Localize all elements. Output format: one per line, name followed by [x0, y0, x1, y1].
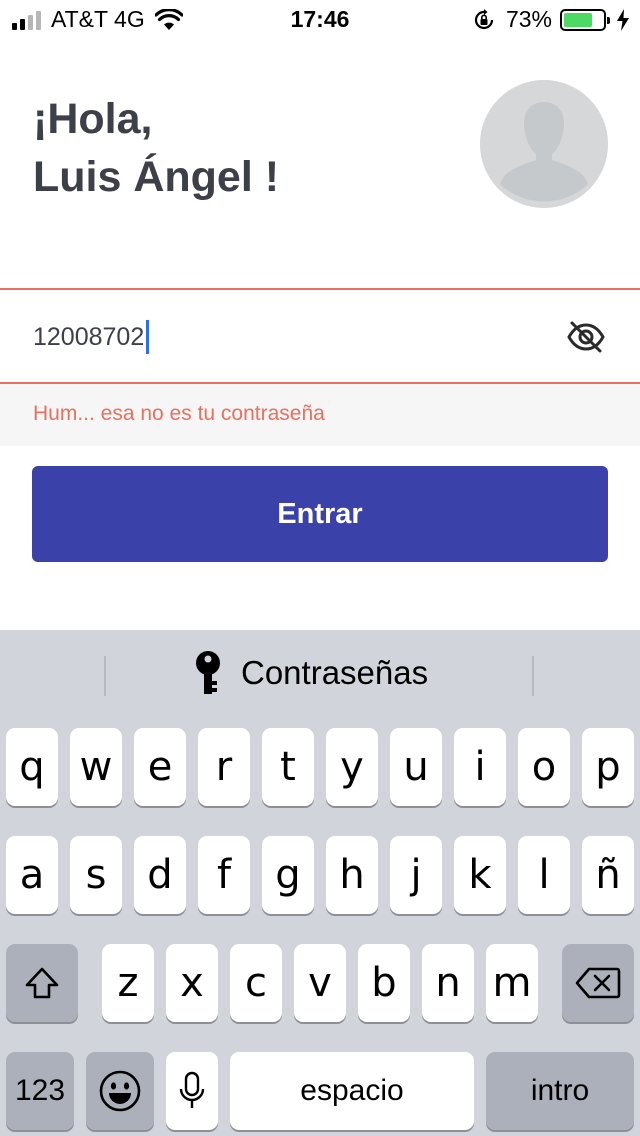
suggestion-bar: Contraseñas	[0, 630, 640, 718]
greeting-line-2: Luis Ángel !	[33, 153, 280, 201]
key-n[interactable]: n	[422, 944, 474, 1022]
key-u[interactable]: u	[390, 728, 442, 806]
key-p[interactable]: p	[582, 728, 634, 806]
keyboard: Contraseñas q w e r t y u i o p a s d f …	[0, 630, 640, 1136]
key-y[interactable]: y	[326, 728, 378, 806]
key-v[interactable]: v	[294, 944, 346, 1022]
key-o[interactable]: o	[518, 728, 570, 806]
shift-key[interactable]	[6, 944, 78, 1022]
status-right: 73%	[472, 6, 630, 33]
password-value: 12008702	[33, 322, 145, 351]
rotation-lock-icon	[474, 8, 494, 29]
key-c[interactable]: c	[230, 944, 282, 1022]
password-input[interactable]: 12008702	[33, 320, 150, 354]
key-i[interactable]: i	[454, 728, 506, 806]
error-message: Hum... esa no es tu contraseña	[33, 402, 325, 425]
password-field[interactable]: 12008702	[0, 288, 640, 384]
battery-fill	[564, 12, 592, 27]
key-b[interactable]: b	[358, 944, 410, 1022]
key-g[interactable]: g	[262, 836, 314, 914]
battery-percent: 73%	[505, 6, 552, 32]
key-t[interactable]: t	[262, 728, 314, 806]
battery-icon	[560, 8, 610, 31]
greeting-line-1: ¡Hola,	[33, 95, 153, 143]
status-bar: AT&T 4G 17:46 73%	[0, 0, 640, 40]
backspace-icon	[575, 967, 621, 999]
key-h[interactable]: h	[326, 836, 378, 914]
enter-button[interactable]: Entrar	[32, 466, 608, 562]
key-a[interactable]: a	[6, 836, 58, 914]
key-z[interactable]: z	[102, 944, 154, 1022]
backspace-key[interactable]	[562, 944, 634, 1022]
key-q[interactable]: q	[6, 728, 58, 806]
emoji-icon	[99, 1070, 141, 1112]
key-x[interactable]: x	[166, 944, 218, 1022]
passwords-suggestion[interactable]: Contraseñas	[193, 650, 428, 696]
key-e[interactable]: e	[134, 728, 186, 806]
shift-icon	[25, 967, 59, 999]
key-icon	[196, 651, 220, 694]
avatar[interactable]	[480, 80, 608, 208]
numbers-key[interactable]: 123	[6, 1052, 74, 1130]
text-caret	[146, 320, 150, 354]
key-w[interactable]: w	[70, 728, 122, 806]
charging-bolt-icon	[617, 8, 629, 31]
user-placeholder-icon	[480, 80, 608, 208]
key-r[interactable]: r	[198, 728, 250, 806]
error-message-row: Hum... esa no es tu contraseña	[0, 384, 640, 446]
key-n-tilde[interactable]: ñ	[582, 836, 634, 914]
eye-slash-icon[interactable]	[566, 320, 606, 354]
emoji-key[interactable]	[86, 1052, 154, 1130]
key-j[interactable]: j	[390, 836, 442, 914]
space-key[interactable]: espacio	[230, 1052, 474, 1130]
suggestion-separator	[104, 656, 106, 696]
dictation-key[interactable]	[166, 1052, 218, 1130]
key-f[interactable]: f	[198, 836, 250, 914]
microphone-icon	[179, 1071, 205, 1108]
return-key[interactable]: intro	[486, 1052, 634, 1130]
key-l[interactable]: l	[518, 836, 570, 914]
greeting-title: ¡Hola, Luis Ángel !	[33, 90, 279, 206]
suggestion-separator	[532, 656, 534, 696]
key-d[interactable]: d	[134, 836, 186, 914]
key-s[interactable]: s	[70, 836, 122, 914]
key-m[interactable]: m	[486, 944, 538, 1022]
key-k[interactable]: k	[454, 836, 506, 914]
suggestion-label: Contraseñas	[241, 654, 429, 691]
